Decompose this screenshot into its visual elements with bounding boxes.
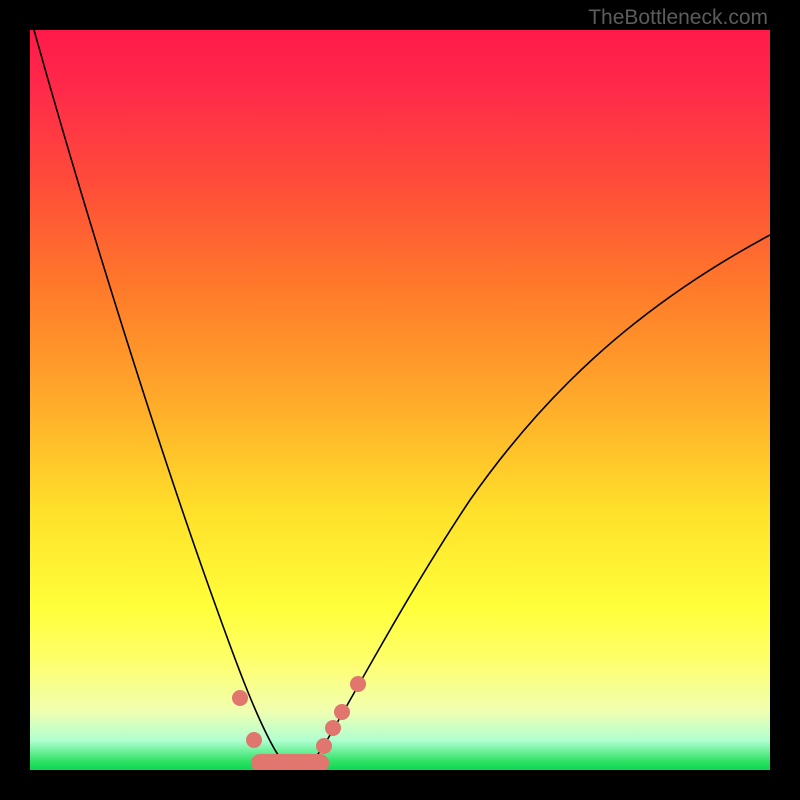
marker-dots [232,676,366,754]
chart-overlay [30,30,770,770]
chart-container: TheBottleneck.com [0,0,800,800]
watermark-text: TheBottleneck.com [588,6,768,30]
bottleneck-curve [34,30,770,768]
